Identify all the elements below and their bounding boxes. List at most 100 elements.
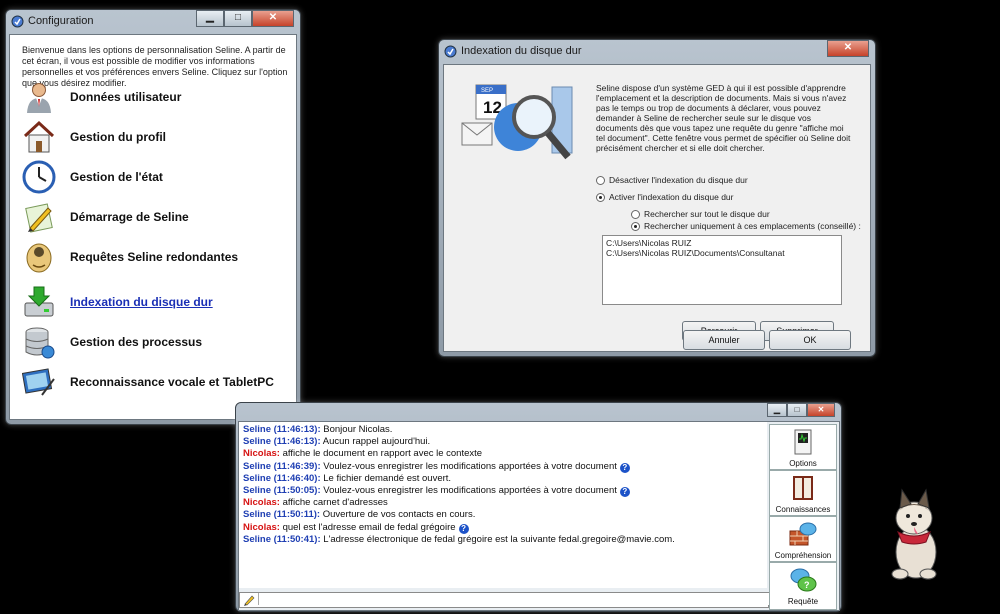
- help-icon[interactable]: ?: [619, 462, 630, 473]
- side-label: Requête: [787, 597, 819, 606]
- chat-input[interactable]: [258, 593, 769, 605]
- menu-item-redundant-requests[interactable]: Requêtes Seline redondantes: [22, 239, 238, 275]
- menu-item-state[interactable]: Gestion de l'état: [22, 159, 163, 195]
- menu-item-label: Démarrage de Seline: [70, 210, 189, 224]
- pencil-icon: [244, 595, 255, 606]
- configuration-content: Bienvenue dans les options de personnali…: [9, 34, 297, 420]
- radio-label: Activer l'indexation du disque dur: [609, 192, 734, 202]
- husky-mascot-icon[interactable]: [880, 488, 948, 584]
- user-icon: [27, 83, 51, 113]
- maximize-button[interactable]: □: [787, 403, 807, 417]
- side-label: Options: [789, 459, 817, 468]
- comprehension-button[interactable]: Compréhension: [769, 516, 837, 562]
- wall-bubble-icon: [789, 522, 817, 546]
- menu-item-startup[interactable]: Démarrage de Seline: [22, 199, 189, 235]
- chat-text: affiche carnet d'adresses: [282, 497, 388, 509]
- chat-message: Seline (11:50:05): Voulez-vous enregistr…: [243, 485, 767, 498]
- help-icon[interactable]: ?: [458, 523, 469, 534]
- chat-text: Voulez-vous enregistrer les modification…: [323, 460, 617, 472]
- chat-sender: Seline (11:46:13):: [243, 436, 321, 448]
- radio-dot: [631, 209, 640, 219]
- menu-item-processes[interactable]: Gestion des processus: [22, 324, 202, 360]
- menu-item-profile[interactable]: Gestion du profil: [22, 119, 166, 155]
- request-button[interactable]: ? Requête: [769, 562, 837, 610]
- maximize-button[interactable]: □: [224, 10, 252, 27]
- chat-window: ▁ □ ✕ Seline (11:46:13): Bonjour Nicolas…: [235, 402, 842, 612]
- ok-button[interactable]: OK: [769, 330, 851, 350]
- chat-text: Bonjour Nicolas.: [323, 424, 393, 435]
- chat-message: Nicolas: affiche le document en rapport …: [243, 448, 767, 460]
- side-label: Compréhension: [774, 551, 832, 560]
- chat-sender: Seline (11:50:05):: [243, 485, 321, 497]
- radio-label: Désactiver l'indexation du disque dur: [609, 175, 748, 185]
- chat-text: Voulez-vous enregistrer les modification…: [323, 485, 617, 497]
- minimize-button[interactable]: ▁: [196, 10, 224, 27]
- radio-search-all[interactable]: Rechercher sur tout le disque dur: [631, 209, 770, 219]
- paths-list[interactable]: C:\Users\Nicolas RUIZ C:\Users\Nicolas R…: [602, 235, 842, 305]
- button-label: Annuler: [708, 335, 740, 345]
- database-icon: [25, 327, 55, 359]
- chat-bubbles-icon: ?: [790, 568, 817, 592]
- chat-message: Seline (11:50:41): L'adresse électroniqu…: [243, 534, 767, 546]
- disk-download-icon: [24, 286, 54, 317]
- book-icon: [793, 476, 813, 500]
- menu-item-disk-indexing[interactable]: Indexation du disque dur: [22, 284, 213, 320]
- menu-item-label: Indexation du disque dur: [70, 295, 213, 309]
- indexation-titlebar[interactable]: Indexation du disque dur ✕: [439, 40, 875, 64]
- menu-item-label: Requêtes Seline redondantes: [70, 250, 239, 264]
- clock-icon: [22, 160, 56, 194]
- chat-message: Seline (11:46:13): Aucun rappel aujourd'…: [243, 436, 767, 448]
- chat-message: Seline (11:50:11): Ouverture de vos cont…: [243, 509, 767, 521]
- chat-titlebar[interactable]: ▁ □ ✕: [236, 403, 841, 419]
- indexation-content: SEP 12 Seline dispose d'un système GED à…: [443, 64, 871, 352]
- configuration-titlebar[interactable]: Configuration ▁ □ ✕: [6, 10, 300, 34]
- chat-sender: Nicolas:: [243, 448, 280, 460]
- chat-input-area: [239, 592, 769, 608]
- menu-item-label: Gestion de l'état: [70, 170, 163, 184]
- face-icon: [26, 243, 52, 273]
- knowledge-button[interactable]: Connaissances: [769, 470, 837, 516]
- indexation-illustration-icon: SEP 12: [461, 84, 573, 160]
- chat-message: Seline (11:46:39): Voulez-vous enregistr…: [243, 461, 767, 473]
- path-item[interactable]: C:\Users\Nicolas RUIZ: [606, 238, 838, 248]
- cancel-button[interactable]: Annuler: [683, 330, 765, 350]
- close-button[interactable]: ✕: [807, 403, 835, 417]
- menu-item-user-data[interactable]: Données utilisateur: [22, 79, 181, 115]
- chat-message: Nicolas: affiche carnet d'adresses: [243, 497, 767, 509]
- chat-sender: Seline (11:50:41):: [243, 533, 321, 545]
- options-button[interactable]: Options: [769, 424, 837, 470]
- chat-sender: Nicolas:: [243, 521, 280, 533]
- window-title: Indexation du disque dur: [461, 45, 582, 57]
- radio-enable-indexing[interactable]: Activer l'indexation du disque dur: [596, 192, 733, 202]
- help-icon[interactable]: ?: [619, 487, 630, 498]
- chat-text: Ouverture de vos contacts en cours.: [322, 509, 476, 521]
- options-icon: [794, 429, 812, 455]
- side-label: Connaissances: [775, 505, 831, 514]
- radio-disable-indexing[interactable]: Désactiver l'indexation du disque dur: [596, 175, 748, 185]
- chat-sender: Seline (11:46:39):: [243, 460, 321, 472]
- path-item[interactable]: C:\Users\Nicolas RUIZ\Documents\Consulta…: [606, 248, 838, 258]
- close-button[interactable]: ✕: [252, 10, 294, 27]
- radio-dot: [596, 175, 605, 185]
- chat-text: Aucun rappel aujourd'hui.: [322, 436, 431, 448]
- chat-text: quel est l'adresse email de fedal grégoi…: [282, 521, 456, 533]
- tablet-icon: [22, 368, 55, 396]
- indexation-description: Seline dispose d'un système GED à qui il…: [596, 83, 851, 153]
- app-icon: [11, 15, 24, 28]
- chat-message: Seline (11:46:13): Bonjour Nicolas.: [243, 424, 767, 436]
- close-button[interactable]: ✕: [827, 40, 869, 57]
- radio-label: Rechercher uniquement à ces emplacements…: [644, 221, 861, 231]
- chat-log[interactable]: Seline (11:46:13): Bonjour Nicolas. Selin…: [239, 422, 767, 588]
- chat-message: Seline (11:46:40): Le fichier demandé es…: [243, 473, 767, 485]
- pencil-icon: [25, 203, 53, 233]
- radio-search-locations[interactable]: Rechercher uniquement à ces emplacements…: [631, 221, 861, 231]
- radio-dot: [596, 192, 605, 202]
- menu-item-label: Gestion des processus: [70, 335, 203, 349]
- radio-dot: [631, 221, 640, 231]
- menu-item-voice-tablet[interactable]: Reconnaissance vocale et TabletPC: [22, 364, 274, 400]
- chat-text: L'adresse électronique de fedal grégoire…: [323, 533, 675, 545]
- indexation-window: Indexation du disque dur ✕ SEP 12 Seline…: [438, 39, 876, 357]
- minimize-button[interactable]: ▁: [767, 403, 787, 417]
- chat-sender: Seline (11:46:40):: [243, 472, 321, 484]
- menu-item-label: Gestion du profil: [70, 130, 166, 144]
